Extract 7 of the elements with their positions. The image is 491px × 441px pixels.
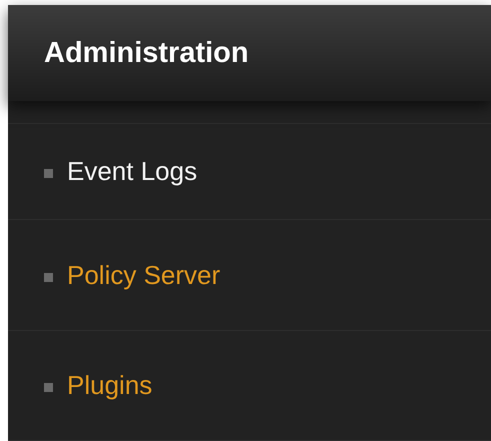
bullet-icon: [44, 272, 53, 282]
menu-link[interactable]: Policy Server: [8, 220, 491, 331]
panel-title: Administration: [44, 36, 249, 70]
bullet-icon: [44, 383, 53, 392]
menu-link[interactable]: Plugins: [8, 331, 491, 441]
bullet-icon: [44, 169, 53, 178]
menu-link[interactable]: Event Logs: [8, 124, 491, 220]
